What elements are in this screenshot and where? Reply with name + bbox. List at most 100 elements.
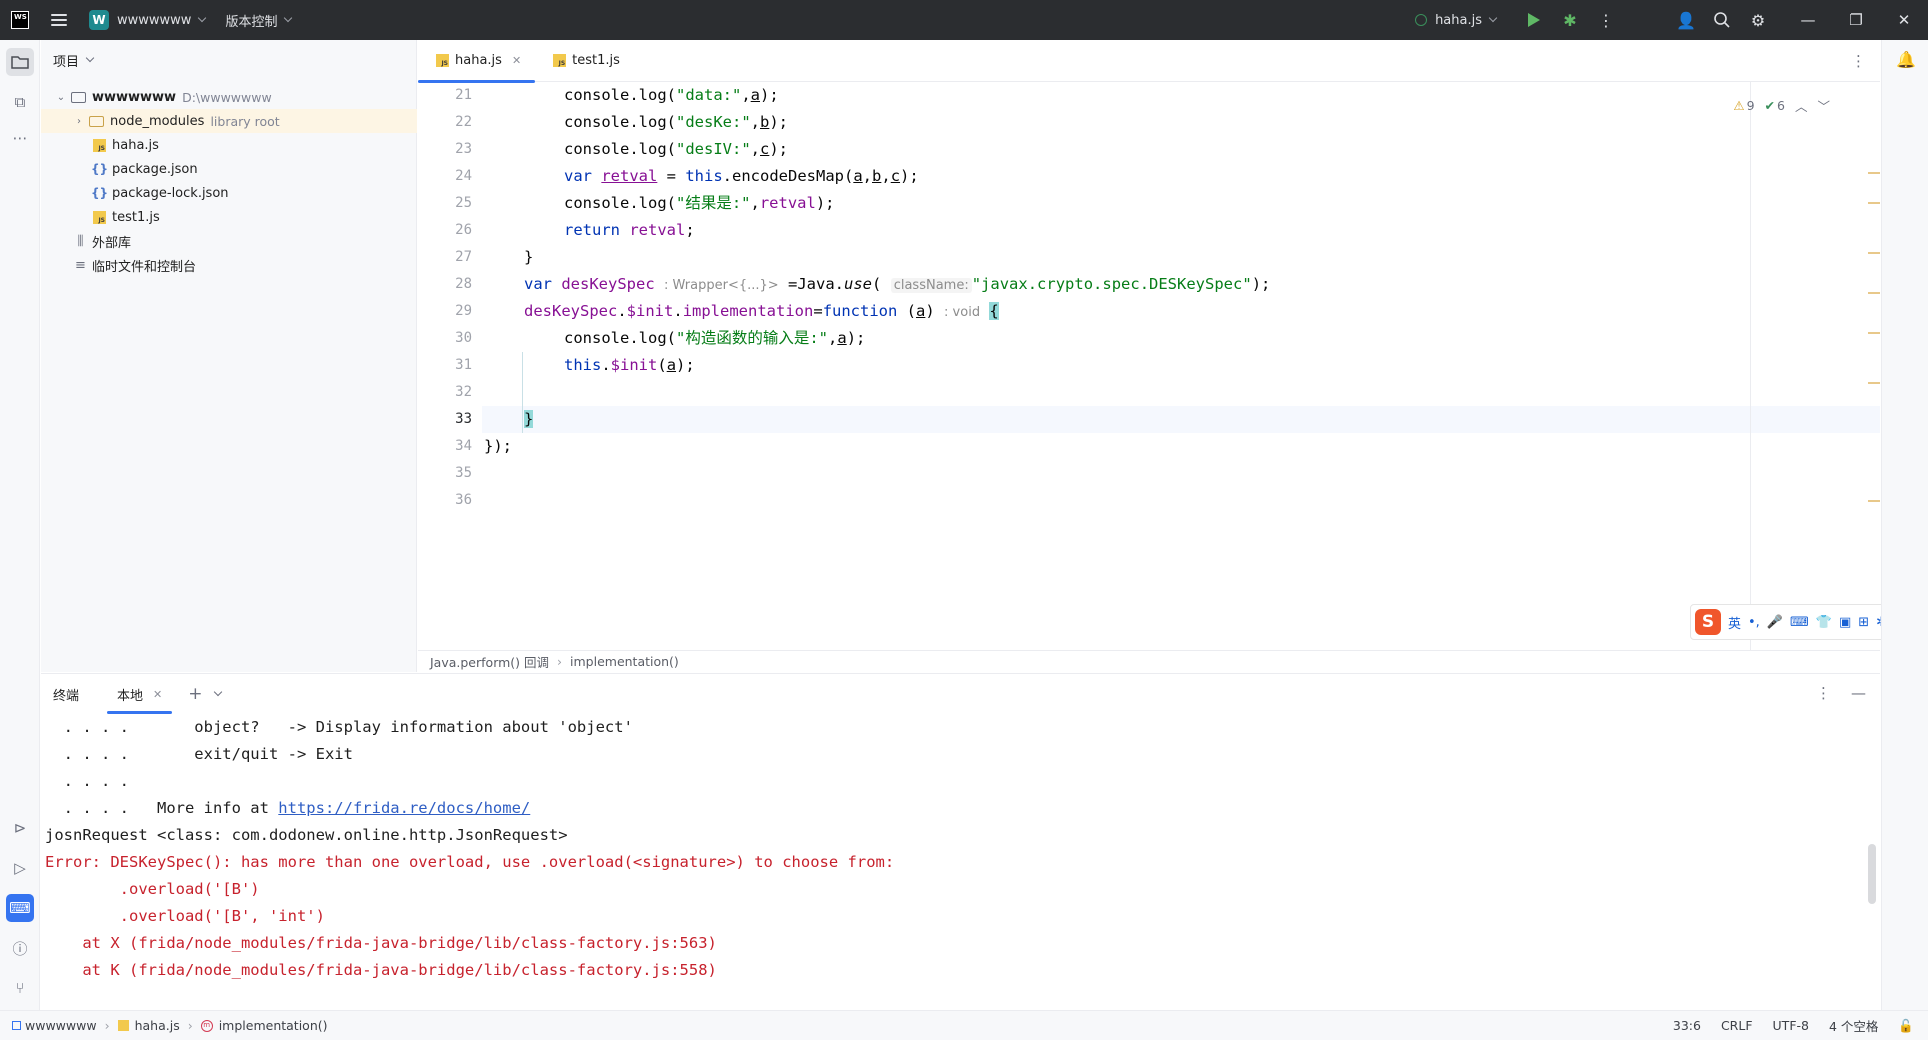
bug-icon: ✱ [1563,10,1577,30]
lock-icon[interactable]: 🔓 [1898,1018,1914,1034]
tab-actions-more-icon[interactable]: ⋮ [1851,52,1866,70]
settings-button[interactable]: ⚙ [1740,0,1776,40]
sogou-logo-icon[interactable]: S [1695,609,1721,635]
tree-item-haha-js[interactable]: JS haha.js [41,133,417,157]
ime-punctuation-icon[interactable]: •, [1748,615,1760,630]
code-line-26: return retval; [564,221,695,239]
tab-test1-js[interactable]: JS test1.js [535,40,634,82]
project-panel-header[interactable]: 项目 [41,40,416,80]
chevron-right-icon: › [104,1018,110,1033]
close-window-button[interactable]: ✕ [1880,0,1928,40]
inspection-widget[interactable]: ⚠ 9 ✔ 6 ︿ ﹀ [1733,96,1830,115]
terminal-line: . . . . object? -> Display information a… [45,718,633,736]
chevron-down-icon[interactable]: ⌄ [55,92,67,103]
more-tools-button[interactable]: ⋯ [6,124,34,152]
terminal-output[interactable]: . . . . object? -> Display information a… [45,714,1865,1004]
tab-haha-js[interactable]: JS haha.js ✕ [418,40,536,83]
tree-item-node-modules[interactable]: › node_modules library root [41,109,417,133]
caret-position[interactable]: 33:6 [1673,1018,1701,1033]
scrollbar-marker [1868,252,1880,254]
indent-setting[interactable]: 4 个空格 [1829,1016,1878,1035]
tree-item-project-root[interactable]: ⌄ wwwwwww D:\wwwwwww [41,85,417,109]
tree-item-package-json[interactable]: {} package.json [41,157,417,181]
debug-button[interactable]: ✱ [1552,0,1588,40]
warning-icon: ⚠ [1733,98,1745,113]
code-line-21: console.log("data:",a); [564,86,779,104]
run-tool-button[interactable]: ▷ [6,854,34,882]
more-actions-button[interactable]: ⋮ [1588,0,1624,40]
tree-item-test1-js[interactable]: JS test1.js [41,205,417,229]
main-menu-icon[interactable] [51,14,67,26]
vcs-label: 版本控制 [225,14,278,30]
code-line-24: var retval = this.encodeDesMap(a,b,c); [564,167,919,185]
breadcrumb-item[interactable]: implementation() [570,654,679,669]
chevron-up-icon[interactable]: ︿ [1795,96,1808,115]
scrollbar-marker [1868,500,1880,502]
tree-item-label: package.json [112,161,198,177]
ime-apps-icon[interactable]: ⊞ [1858,615,1869,630]
line-number: 34 [455,438,472,454]
status-path-item[interactable]: haha.js [135,1018,180,1033]
file-encoding[interactable]: UTF-8 [1773,1018,1809,1033]
tree-item-hint: D:\wwwwwww [182,89,272,105]
line-separator[interactable]: CRLF [1721,1018,1753,1033]
chevron-down-icon[interactable]: ﹀ [1817,96,1830,115]
more-horizontal-icon: ⋯ [12,129,28,147]
javascript-file-icon: JS [436,54,449,67]
new-terminal-plus-icon[interactable]: + [188,684,202,704]
terminal-title: 终端 [53,688,80,704]
tree-item-scratches[interactable]: ≡ 临时文件和控制台 [41,253,417,277]
line-number: 29 [455,303,472,319]
terminal-error-line: .overload('[B') [45,880,260,898]
close-tab-icon[interactable]: ✕ [512,54,521,67]
status-path-item[interactable]: implementation() [219,1018,328,1033]
services-tool-button[interactable]: ⊳ [6,814,34,842]
line-number: 31 [455,357,472,373]
chevron-right-icon[interactable]: › [73,116,85,127]
terminal-tool-button[interactable]: ⌨ [6,894,34,922]
tree-item-external-libraries[interactable]: ⫼ 外部库 [41,229,417,253]
run-config-label: haha.js [1435,12,1482,28]
frida-docs-link[interactable]: https://frida.re/docs/home/ [278,799,530,817]
project-tool-button[interactable] [6,48,34,76]
skin-icon[interactable]: 👕 [1816,615,1832,630]
keyboard-icon[interactable]: ⌨ [1790,615,1809,630]
restore-button[interactable]: ❐ [1832,0,1880,40]
run-configuration-selector[interactable]: haha.js [1415,12,1498,28]
tree-item-package-lock-json[interactable]: {} package-lock.json [41,181,417,205]
code-area[interactable]: ⚠ 9 ✔ 6 ︿ ﹀ console.log("data:",a); consol… [482,82,1880,650]
search-everywhere-button[interactable] [1704,0,1740,40]
tab-terminal-local[interactable]: 本地 ✕ [107,674,173,714]
tree-item-label: node_modules [110,113,205,129]
run-button[interactable] [1516,0,1552,40]
code-line-28: var desKeySpec : Wrapper<{...}> =Java.us… [524,275,1271,293]
structure-tool-button[interactable]: ⧉ [6,88,34,116]
problems-tool-button[interactable]: ⓘ [6,934,34,962]
git-tool-button[interactable]: ⑂ [6,974,34,1002]
minimize-panel-icon[interactable]: — [1851,684,1866,702]
more-vertical-icon[interactable]: ⋮ [1816,684,1831,702]
microphone-icon[interactable]: 🎤 [1767,615,1783,630]
nodejs-config-icon [1415,14,1428,26]
terminal-line: . . . . exit/quit -> Exit [45,745,353,763]
notifications-bell-icon[interactable]: 🔔 [1896,50,1916,69]
parameter-hint: className: [890,278,972,293]
right-tool-strip: 🔔 [1881,40,1928,1010]
ime-toolbox-icon[interactable]: ▣ [1839,615,1851,630]
code-line-29: desKeySpec.$init.implementation=function… [524,302,999,320]
breadcrumb-item[interactable]: Java.perform() 回调 [430,652,549,671]
more-vertical-icon: ⋮ [1598,10,1614,30]
project-badge-icon[interactable]: W [89,10,109,30]
vcs-widget[interactable]: 版本控制 [225,11,293,30]
close-tab-icon[interactable]: ✕ [153,688,162,701]
chevron-down-icon[interactable] [213,687,222,697]
code-with-me-button[interactable]: 👤 [1668,0,1704,40]
tree-item-label: 外部库 [92,235,132,251]
ime-language-toggle[interactable]: 英 [1728,613,1741,632]
line-number-gutter: 21 22 23 24 25 26 27 28 29 30 31 32 33 34 35 36 [418,82,482,650]
project-switcher[interactable]: wwwwwww [117,13,191,28]
terminal-scrollbar[interactable] [1868,844,1876,904]
status-path-item[interactable]: wwwwwww [25,1018,97,1033]
terminal-icon: ⌨ [9,899,31,917]
minimize-button[interactable]: — [1784,0,1832,40]
